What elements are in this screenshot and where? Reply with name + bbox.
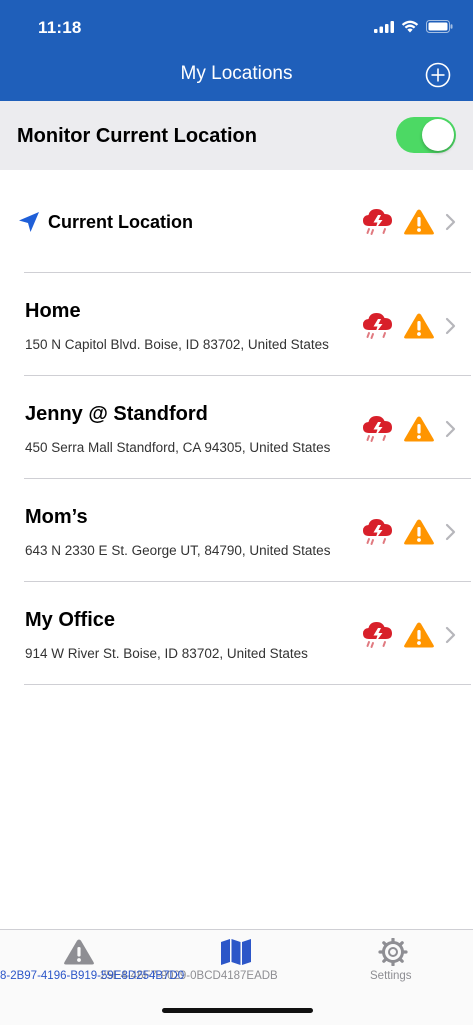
add-location-button[interactable]: [425, 62, 451, 88]
location-name: My Office: [25, 609, 116, 631]
location-name: Home: [25, 300, 81, 322]
location-name: Jenny @ Standford: [25, 403, 208, 425]
warning-icon: [404, 519, 434, 545]
location-address: 914 W River St. Boise, ID 83702, United …: [25, 646, 308, 661]
cellular-signal-icon: [374, 20, 394, 33]
wifi-icon: [401, 20, 419, 33]
location-name: Mom’s: [25, 506, 88, 528]
gear-tab-icon: [378, 938, 408, 966]
tab-settings-label: Settings: [370, 970, 412, 982]
status-time: 11:18: [38, 18, 82, 37]
location-address: 450 Serra Mall Standford, CA 94305, Unit…: [25, 440, 331, 455]
tab-alerts-label: 8-2B97-4196-B919-59E8D254B7D0: [0, 970, 185, 982]
storm-icon: [363, 313, 392, 339]
page-title: My Locations: [180, 63, 293, 84]
location-address: 643 N 2330 E St. George UT, 84790, Unite…: [25, 543, 331, 558]
warning-icon: [404, 209, 434, 235]
chevron-right-icon: [445, 626, 456, 644]
chevron-right-icon: [445, 420, 456, 438]
battery-icon: [426, 20, 453, 33]
locations-list: Current Location Home 150 N Capitol Blvd…: [0, 170, 473, 685]
location-row-jenny-standford[interactable]: Jenny @ Standford 450 Serra Mall Standfo…: [0, 376, 473, 479]
storm-icon: [363, 416, 392, 442]
warning-icon: [404, 622, 434, 648]
storm-icon: [363, 622, 392, 648]
monitor-current-location-label: Monitor Current Location: [17, 125, 257, 147]
location-row-current[interactable]: Current Location: [0, 170, 473, 273]
location-arrow-icon: [19, 212, 39, 232]
chevron-right-icon: [445, 213, 456, 231]
storm-icon: [363, 519, 392, 545]
location-row-moms[interactable]: Mom’s 643 N 2330 E St. George UT, 84790,…: [0, 479, 473, 582]
warning-icon: [404, 313, 434, 339]
chevron-right-icon: [445, 523, 456, 541]
warning-icon: [404, 416, 434, 442]
storm-icon: [363, 209, 392, 235]
location-name: Current Location: [48, 212, 194, 232]
monitor-current-location-toggle[interactable]: [396, 117, 456, 153]
home-indicator: [162, 1008, 313, 1013]
toggle-knob: [422, 119, 454, 151]
status-icons: [374, 20, 453, 33]
location-row-my-office[interactable]: My Office 914 W River St. Boise, ID 8370…: [0, 582, 473, 685]
location-address: 150 N Capitol Blvd. Boise, ID 83702, Uni…: [25, 337, 329, 352]
location-row-home[interactable]: Home 150 N Capitol Blvd. Boise, ID 83702…: [0, 273, 473, 376]
warning-tab-icon: [64, 939, 94, 965]
map-tab-icon: [221, 939, 251, 965]
chevron-right-icon: [445, 317, 456, 335]
navigation-header: 11:18 My Locations: [0, 0, 473, 101]
